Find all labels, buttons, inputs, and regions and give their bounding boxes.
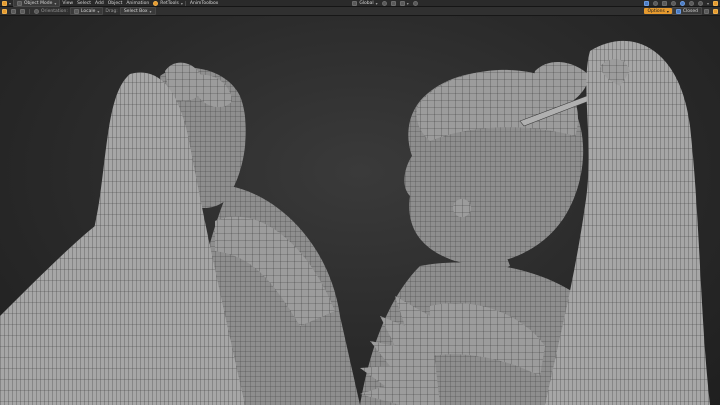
rendered-shading-icon — [697, 0, 703, 6]
menu-view-label: View — [62, 0, 74, 6]
tool-settings-bar: Orientation: Locale ▾ Drag: Select Box ▾… — [0, 7, 720, 16]
proportional-editing-toggle[interactable] — [411, 0, 420, 6]
gizmo-icon — [643, 0, 649, 6]
closed-button[interactable]: Closed — [671, 7, 702, 15]
chevron-down-icon: ▾ — [706, 0, 709, 6]
menu-object-label: Object — [107, 0, 123, 6]
orientation-dropdown[interactable]: Locale ▾ — [69, 7, 104, 15]
overlay-toggle[interactable] — [651, 0, 660, 6]
orientation-field-label: Orientation: — [41, 8, 68, 14]
magnet-icon — [390, 0, 396, 6]
shading-solid-button[interactable] — [678, 0, 687, 6]
mode-selector[interactable]: Object Mode ▾ — [13, 0, 61, 7]
addon-rettools-label: RetTools — [160, 0, 179, 6]
chevron-down-icon: ▾ — [375, 0, 378, 6]
options-label: Options — [647, 8, 665, 14]
addon-animtoolbox-button[interactable]: AnimToolbox — [188, 0, 220, 6]
select-mode-extend[interactable] — [18, 7, 27, 15]
chevron-down-icon: ▾ — [54, 0, 57, 6]
drag-field: Drag: — [103, 7, 119, 15]
rettools-icon — [153, 0, 159, 6]
orientation-field[interactable]: Orientation: — [32, 7, 70, 15]
select-box-tool-icon — [2, 8, 7, 14]
shading-wireframe-button[interactable] — [669, 0, 678, 6]
addon-rettools-button[interactable]: RetTools — [151, 0, 181, 6]
editor-type-icon — [2, 0, 7, 6]
chevron-down-icon: ▾ — [97, 8, 100, 14]
orientation-icon — [352, 0, 358, 6]
drag-value: Select Box — [123, 8, 148, 14]
menu-icon — [713, 0, 718, 6]
header-bar: ▾ Object Mode ▾ View Select Add Object A… — [0, 0, 720, 7]
chevron-down-icon: ▾ — [666, 8, 669, 14]
snap-target-icon — [399, 0, 405, 6]
collapse-button[interactable] — [702, 7, 711, 15]
select-extend-icon — [20, 8, 25, 14]
pivot-icon — [381, 0, 387, 6]
gizmo-toggle[interactable] — [642, 0, 651, 6]
shading-material-button[interactable] — [687, 0, 696, 6]
menu-select-label: Select — [77, 0, 91, 6]
active-tool-button[interactable] — [0, 7, 9, 15]
material-shading-icon — [688, 0, 694, 6]
menu-add[interactable]: Add — [93, 0, 106, 6]
options-button[interactable]: Options ▾ — [644, 8, 672, 14]
editor-type-button[interactable]: ▾ — [0, 0, 13, 6]
mode-label: Object Mode — [24, 0, 53, 6]
pivot-point-button[interactable] — [380, 0, 389, 6]
expand-button[interactable] — [711, 7, 720, 15]
menu-select[interactable]: Select — [75, 0, 93, 6]
collapse-icon — [704, 8, 709, 14]
orientation-icon — [34, 8, 39, 14]
menu-add-label: Add — [94, 0, 104, 6]
orientation-label: Global — [359, 0, 374, 6]
viewport-render — [0, 40, 710, 405]
chevron-down-icon: ▾ — [180, 0, 183, 6]
closed-icon — [675, 8, 681, 14]
overlay-icon — [652, 0, 658, 6]
menu-animation[interactable]: Animation — [124, 0, 151, 6]
addon-animtoolbox-label: AnimToolbox — [189, 0, 219, 6]
chevron-down-icon: ▾ — [149, 8, 152, 14]
orientation-value: Locale — [80, 8, 96, 14]
chevron-down-icon: ▾ — [9, 0, 12, 6]
menu-animation-label: Animation — [126, 0, 150, 6]
solid-shading-icon — [679, 0, 685, 6]
divider — [184, 0, 186, 6]
3d-viewport[interactable] — [0, 16, 720, 405]
extra-menu-button[interactable] — [711, 0, 720, 6]
locale-icon — [73, 8, 79, 14]
object-mode-icon — [17, 0, 23, 6]
menu-view[interactable]: View — [60, 0, 75, 6]
drag-dropdown[interactable]: Select Box ▾ — [119, 7, 156, 15]
drag-field-label: Drag: — [105, 8, 118, 14]
closed-label: Closed — [682, 8, 698, 14]
wireframe-shading-icon — [670, 0, 676, 6]
divider — [29, 8, 30, 14]
chevron-down-icon: ▾ — [406, 0, 409, 6]
select-new-icon — [11, 8, 16, 14]
snap-toggle[interactable] — [389, 0, 398, 6]
xray-toggle[interactable] — [660, 0, 669, 6]
snap-target-selector[interactable]: ▾ — [398, 0, 411, 6]
expand-icon — [713, 8, 718, 14]
select-mode-new[interactable] — [9, 7, 18, 15]
menu-object[interactable]: Object — [106, 0, 125, 6]
transform-orientation-selector[interactable]: Global ▾ — [350, 0, 379, 6]
proportional-editing-icon — [412, 0, 418, 6]
shading-rendered-button[interactable] — [696, 0, 705, 6]
xray-icon — [661, 0, 667, 6]
